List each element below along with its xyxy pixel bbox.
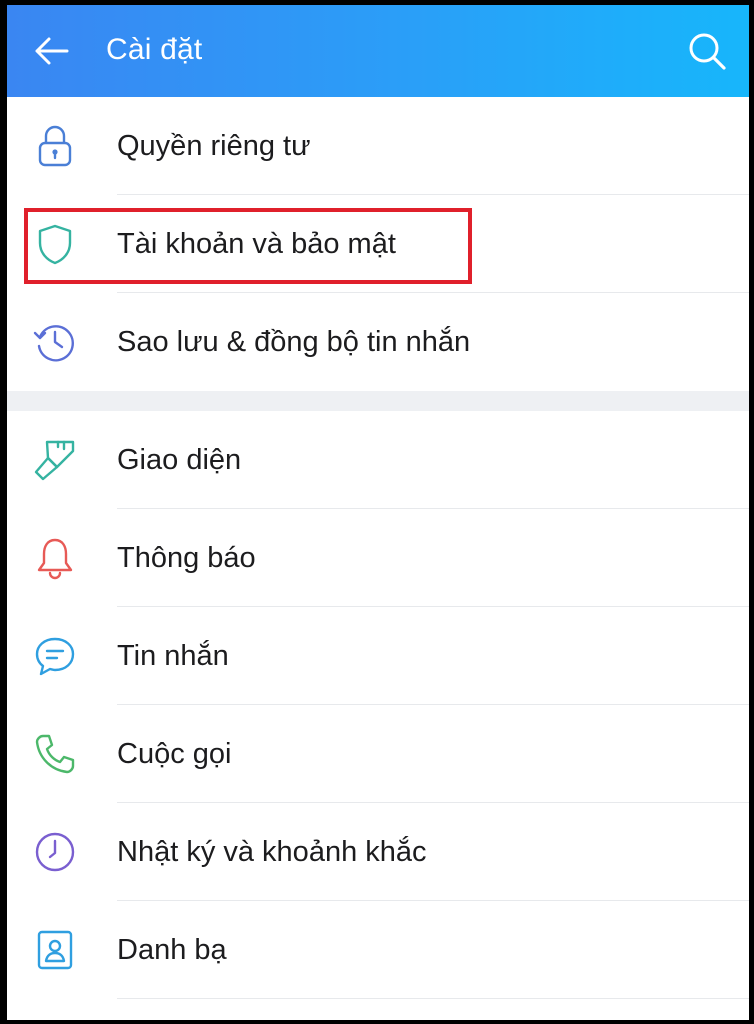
search-icon bbox=[689, 33, 726, 70]
settings-item-label: Tài khoản và bảo mật bbox=[117, 228, 396, 260]
settings-item-label: Sao lưu & đồng bộ tin nhắn bbox=[117, 326, 471, 358]
lock-icon bbox=[33, 124, 77, 168]
settings-item-timeline[interactable]: Nhật ký và khoảnh khắc bbox=[7, 803, 749, 901]
settings-item-label: Thông báo bbox=[117, 542, 256, 574]
settings-item-contacts[interactable]: Danh bạ bbox=[7, 901, 749, 999]
bell-icon bbox=[33, 536, 77, 580]
settings-item-notifications[interactable]: Thông báo bbox=[7, 509, 749, 607]
page-title: Cài đặt bbox=[106, 33, 203, 66]
app-header: Cài đặt bbox=[7, 5, 749, 97]
settings-item-appearance[interactable]: Giao diện bbox=[7, 411, 749, 509]
settings-item-privacy[interactable]: Quyền riêng tư bbox=[7, 97, 749, 195]
section-separator bbox=[7, 391, 749, 411]
settings-item-label: Danh bạ bbox=[117, 934, 227, 966]
settings-item-calls[interactable]: Cuộc gọi bbox=[7, 705, 749, 803]
settings-item-label: Giao diện bbox=[117, 444, 242, 476]
settings-item-messages[interactable]: Tin nhắn bbox=[7, 607, 749, 705]
settings-item-label: Quyền riêng tư bbox=[117, 130, 311, 162]
settings-screen: Cài đặt Quyền riêng tư Tài khoản và bảo … bbox=[7, 5, 749, 1020]
back-button[interactable] bbox=[21, 21, 81, 81]
paint-brush-icon bbox=[33, 438, 77, 482]
settings-item-label: Nhật ký và khoảnh khắc bbox=[117, 836, 427, 868]
clock-icon bbox=[33, 830, 77, 874]
settings-item-label: Cuộc gọi bbox=[117, 738, 232, 770]
settings-group-general: Giao diện Thông báo Tin nhắn Cuộc gọi Nh… bbox=[7, 411, 749, 999]
divider bbox=[117, 998, 749, 999]
settings-item-account-security[interactable]: Tài khoản và bảo mật bbox=[7, 195, 749, 293]
contact-card-icon bbox=[33, 928, 77, 972]
search-button[interactable] bbox=[675, 19, 739, 83]
settings-item-backup-sync[interactable]: Sao lưu & đồng bộ tin nhắn bbox=[7, 293, 749, 391]
arrow-left-icon bbox=[35, 37, 69, 65]
settings-item-label: Tin nhắn bbox=[117, 640, 229, 672]
phone-icon bbox=[33, 732, 77, 776]
shield-icon bbox=[33, 222, 77, 266]
history-clock-icon bbox=[33, 320, 77, 364]
chat-bubble-icon bbox=[33, 634, 77, 678]
settings-group-privacy: Quyền riêng tư Tài khoản và bảo mật Sao … bbox=[7, 97, 749, 391]
